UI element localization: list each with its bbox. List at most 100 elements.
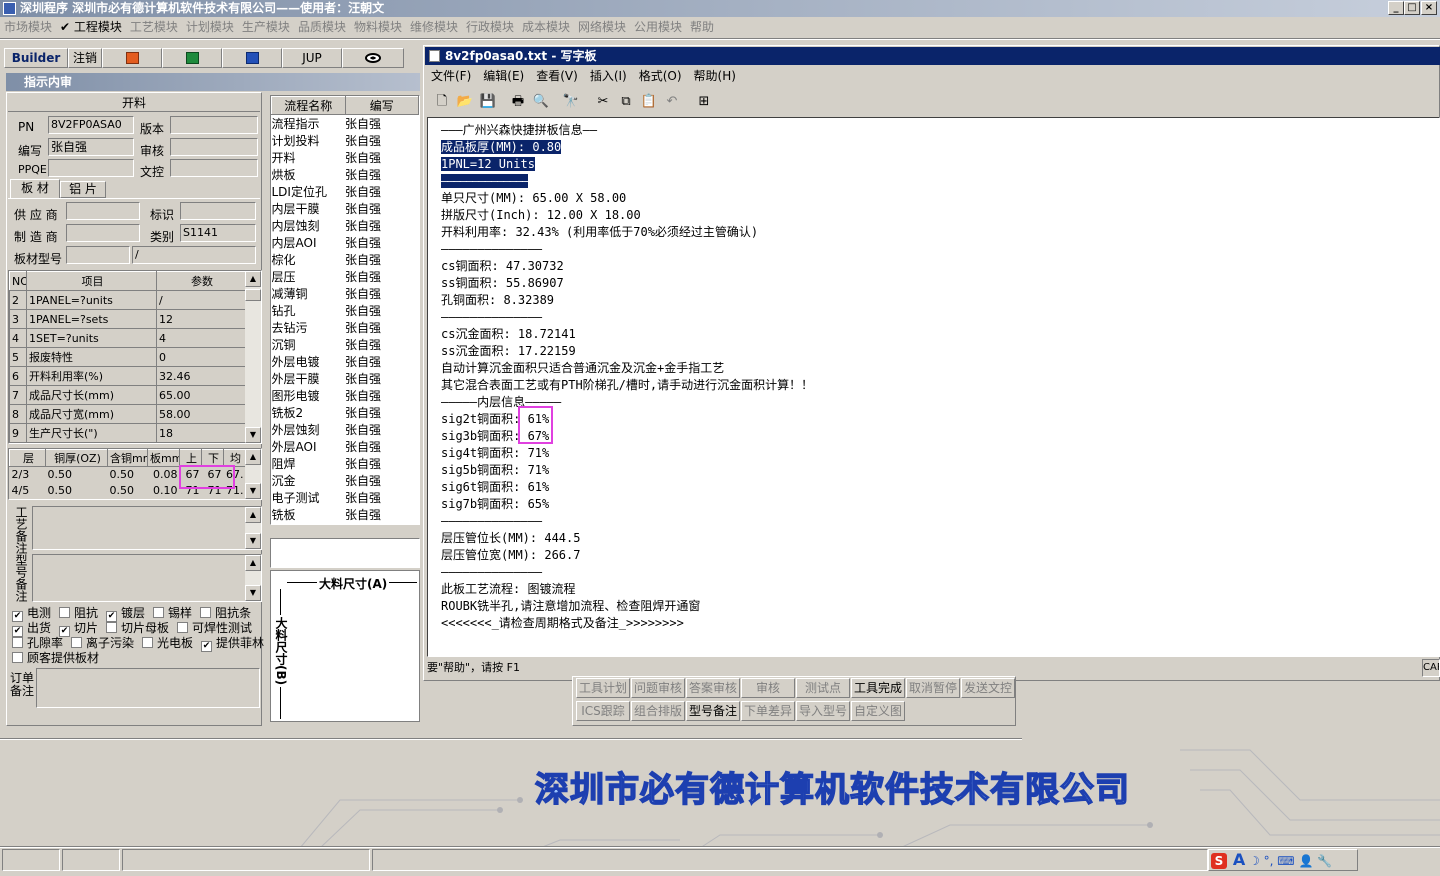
craft-remark-field[interactable]: ▲ ▼ — [32, 506, 262, 550]
table-cell[interactable]: 0 — [156, 347, 246, 367]
excel-button[interactable] — [162, 48, 222, 68]
moon-icon[interactable]: ☽ — [1249, 854, 1260, 868]
menu-item[interactable]: 计划模块 — [182, 17, 238, 37]
tab-aluminum[interactable]: 铝 片 — [60, 181, 106, 198]
flow-cell[interactable]: 阻焊 — [272, 455, 346, 472]
scroll-up-icon[interactable]: ▲ — [245, 449, 261, 465]
flow-row[interactable]: 流程指示 张自强 — [272, 115, 419, 133]
table-cell[interactable]: 0.50 — [46, 483, 108, 499]
maximize-button[interactable]: □ — [1404, 1, 1420, 15]
table-cell[interactable]: 32.46 — [156, 366, 246, 386]
flow-row[interactable]: 外层电镀 张自强 — [272, 353, 419, 370]
table-row[interactable]: 9 生产尺寸长(") 18 — [9, 423, 246, 443]
option-checkbox[interactable]: ✔ 出货 — [12, 621, 51, 637]
print-icon[interactable]: 🖶 — [507, 91, 529, 113]
table-cell[interactable]: 1SET=?units — [26, 328, 157, 348]
author-field[interactable]: 张自强 — [48, 138, 134, 156]
flow-cell[interactable]: 张自强 — [345, 268, 419, 285]
flow-cell[interactable]: 沉铜 — [272, 336, 346, 353]
flow-row[interactable]: 内层AOI 张自强 — [272, 234, 419, 251]
checkbox-icon[interactable] — [153, 607, 165, 618]
flow-cell[interactable]: 张自强 — [345, 489, 419, 506]
flow-cell[interactable]: 张自强 — [345, 217, 419, 234]
option-checkbox[interactable]: 孔隙率 — [12, 636, 63, 650]
table-cell[interactable]: 0.50 — [108, 483, 148, 499]
layers-header[interactable]: 均 — [223, 449, 246, 467]
wordpad-menu-item[interactable]: 文件(F) — [425, 66, 477, 86]
checkbox-icon[interactable] — [12, 652, 23, 663]
lang-icon[interactable]: A — [1233, 850, 1245, 869]
table-cell[interactable]: 1PANEL=?units — [26, 290, 157, 310]
ppqe-field[interactable] — [48, 159, 134, 177]
table-cell[interactable]: 2/3 — [10, 467, 46, 483]
undo-icon[interactable]: ↶ — [661, 91, 683, 113]
scroll-down-icon[interactable]: ▼ — [245, 427, 261, 443]
flow-row[interactable]: 外层AOI 张自强 — [272, 438, 419, 455]
table-row[interactable]: 5 报废特性 0 — [9, 347, 246, 367]
table-row[interactable]: 3 1PANEL=?sets 12 — [9, 309, 246, 329]
option-checkbox[interactable]: 切片母板 — [106, 621, 169, 635]
flow-cell[interactable]: 张自强 — [345, 404, 419, 421]
jup-button[interactable]: JUP — [282, 48, 342, 68]
option-checkbox[interactable]: 光电板 — [142, 636, 193, 650]
wordpad-menu-item[interactable]: 查看(V) — [530, 66, 584, 86]
action-button[interactable]: 取消暂停 — [906, 678, 960, 698]
flow-row[interactable]: 内层蚀刻 张自强 — [272, 217, 419, 234]
option-checkbox[interactable]: 顾客提供板材 — [12, 651, 99, 665]
flow-cell[interactable]: 棕化 — [272, 251, 346, 268]
tab-board[interactable]: 板 材 — [10, 179, 60, 198]
flow-cell[interactable]: 张自强 — [345, 285, 419, 302]
model-field[interactable] — [66, 246, 130, 264]
option-checkbox[interactable]: 阻抗条 — [200, 606, 251, 620]
print-preview-icon[interactable]: 🔍 — [530, 91, 552, 113]
menu-item[interactable]: 物料模块 — [350, 17, 406, 37]
flow-cell[interactable]: 计划投料 — [272, 132, 346, 149]
flow-cell[interactable]: 张自强 — [345, 370, 419, 387]
flow-cell[interactable]: 张自强 — [345, 353, 419, 370]
checkbox-icon[interactable] — [142, 637, 154, 648]
table-cell[interactable]: 58.00 — [156, 404, 246, 424]
params-header[interactable]: 项目 — [26, 271, 157, 291]
flow-row[interactable]: 外层干膜 张自强 — [272, 370, 419, 387]
flow-cell[interactable]: 外层干膜 — [272, 370, 346, 387]
option-checkbox[interactable]: 锡样 — [153, 606, 192, 620]
mark-field[interactable] — [180, 202, 256, 220]
menu-item[interactable]: 公用模块 — [630, 17, 686, 37]
scroll-down-icon[interactable]: ▼ — [245, 483, 261, 499]
flow-row[interactable]: LDI定位孔 张自强 — [272, 183, 419, 200]
table-cell[interactable]: 成品尺寸宽(mm) — [26, 404, 157, 424]
params-header[interactable]: NO — [9, 271, 27, 291]
ime-tray[interactable]: S A ☽ °, ⌨ 👤 🔧 — [1208, 849, 1358, 871]
new-icon[interactable]: 🗋 — [431, 91, 453, 113]
flow-cell[interactable]: 张自强 — [345, 183, 419, 200]
table-cell[interactable]: 9 — [9, 423, 27, 443]
ime-logo-icon[interactable]: S — [1211, 853, 1227, 869]
wrench-icon[interactable]: 🔧 — [1317, 854, 1332, 868]
action-button[interactable]: 导入型号 — [796, 701, 850, 721]
flow-cell[interactable]: 内层干膜 — [272, 200, 346, 217]
table-cell[interactable]: 2 — [9, 290, 27, 310]
table-cell[interactable]: 0.10 — [148, 483, 180, 499]
flow-cell[interactable]: 沉金 — [272, 472, 346, 489]
flow-row[interactable]: 外层蚀刻 张自强 — [272, 421, 419, 438]
table-cell[interactable]: 12 — [156, 309, 246, 329]
copy-icon[interactable]: ⧉ — [615, 91, 637, 113]
flow-cell[interactable]: 张自强 — [345, 234, 419, 251]
checkbox-icon[interactable] — [106, 622, 118, 633]
table-cell[interactable]: 成品尺寸长(mm) — [26, 385, 157, 405]
flow-cell[interactable]: 张自强 — [345, 455, 419, 472]
menu-item[interactable]: 工艺模块 — [126, 17, 182, 37]
flow-row[interactable]: 烘板 张自强 — [272, 166, 419, 183]
scroll-thumb[interactable] — [245, 289, 261, 301]
action-button[interactable]: ICS跟踪 — [576, 701, 630, 721]
powerpoint-button[interactable] — [102, 48, 162, 68]
pn-field[interactable]: 8V2FP0ASA0 — [48, 116, 134, 134]
flow-row[interactable]: 去钻污 张自强 — [272, 319, 419, 336]
table-cell[interactable]: 4/5 — [10, 483, 46, 499]
type-field[interactable]: S1141 — [180, 224, 256, 242]
scroll-up-icon[interactable]: ▲ — [245, 507, 261, 523]
user-icon[interactable]: 👤 — [1298, 854, 1313, 868]
flow-cell[interactable]: 张自强 — [345, 387, 419, 404]
layers-header[interactable]: 上 — [179, 449, 202, 467]
flow-cell[interactable]: 张自强 — [345, 421, 419, 438]
